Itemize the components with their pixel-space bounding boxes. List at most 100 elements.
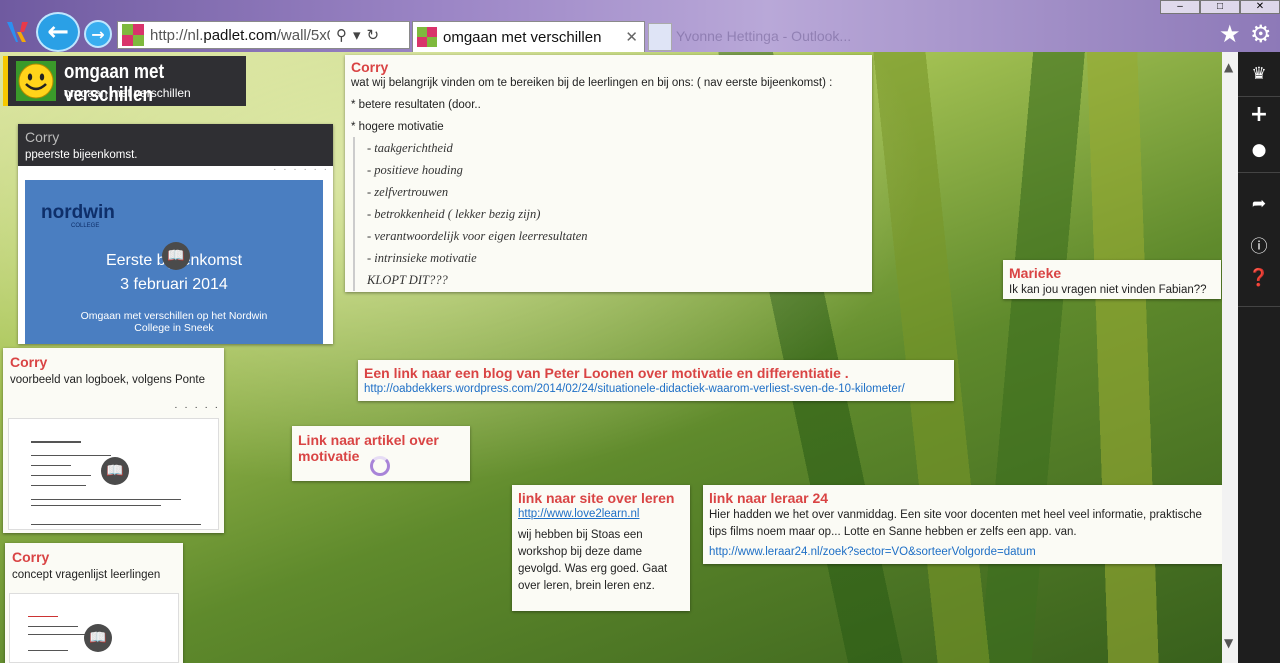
post-blog-link[interactable]: Een link naar een blog van Peter Loonen …: [358, 360, 954, 401]
doc-line: [31, 485, 86, 486]
browser-logo-icon: [7, 22, 28, 42]
address-bar[interactable]: http://nl.padlet.com/wall/5x0 ⚲ ▾ ↻: [117, 21, 410, 49]
padlet-crown-icon[interactable]: ♛: [1238, 64, 1280, 84]
document-preview[interactable]: 📖: [9, 593, 179, 663]
list-item: - positieve houding: [367, 163, 463, 177]
search-icon[interactable]: ⚲: [336, 26, 347, 44]
doc-line: [31, 475, 91, 476]
post-marieke[interactable]: Marieke Ik kan jou vragen niet vinden Fa…: [1003, 260, 1221, 299]
tab-active[interactable]: omgaan met verschillen ✕: [412, 21, 645, 52]
post-site-over-leren[interactable]: link naar site over leren http://www.lov…: [512, 485, 690, 611]
settings-gear-icon[interactable]: ⚙: [1250, 20, 1272, 48]
window-controls: – □ ✕: [1160, 0, 1280, 14]
list-item: - verantwoordelijk voor eigen leerresult…: [367, 229, 588, 243]
slide-brand-sub: COLLEGE: [71, 223, 100, 229]
page-title: omgaan met verschillen: [64, 61, 165, 106]
post-artikel-motivatie[interactable]: Link naar artikel over motivatie: [292, 426, 470, 481]
back-arrow-icon[interactable]: ←: [36, 12, 80, 52]
list-item: - intrinsieke motivatie: [367, 251, 477, 265]
share-icon[interactable]: ➦: [1238, 194, 1280, 214]
post-eerste-bijeenkomst[interactable]: Corry ppeerste bijeenkomst. · · · · · · …: [18, 124, 333, 344]
wall-header: omgaan met verschillen omgaan met versch…: [3, 56, 246, 106]
doc-line: [31, 441, 81, 443]
list-item: - zelfvertrouwen: [367, 185, 449, 199]
post-intro: wat wij belangrijk vinden om te bereiken…: [351, 77, 833, 89]
user-icon[interactable]: ●: [1238, 140, 1280, 160]
scroll-down-icon[interactable]: ▼: [1224, 636, 1233, 650]
doc-line: [31, 465, 71, 466]
browser-chrome: ← → http://nl.padlet.com/wall/5x0 ⚲ ▾ ↻ …: [0, 0, 1280, 52]
doc-line: [28, 626, 78, 627]
maximize-button[interactable]: □: [1200, 0, 1240, 14]
sidebar-divider: [1238, 306, 1280, 307]
doc-line: [31, 455, 111, 456]
close-icon[interactable]: ✕: [625, 28, 638, 46]
preview-dots: · · · · · ·: [273, 164, 329, 175]
motivatie-list: - taakgerichtheid - positieve houding - …: [353, 137, 853, 291]
post-body: ppeerste bijeenkomst.: [25, 149, 138, 161]
tab-favicon: [417, 27, 437, 47]
post-bullet-motivatie: * hogere motivatie: [351, 121, 444, 133]
post-link[interactable]: http://oabdekkers.wordpress.com/2014/02/…: [364, 383, 952, 395]
post-body: Hier hadden we het over vanmiddag. Een s…: [709, 509, 1202, 538]
list-item: KLOPT DIT???: [367, 273, 448, 287]
post-author: Corry: [10, 354, 48, 370]
loading-spinner-icon: [370, 456, 390, 476]
post-body: Ik kan jou vragen niet vinden Fabian??: [1009, 284, 1207, 296]
slide-preview[interactable]: · · · · · · nordwin COLLEGE Eerste bijee…: [18, 164, 333, 344]
slide-brand: nordwin: [41, 202, 115, 223]
doc-line: [28, 616, 58, 617]
tab-inactive-favicon[interactable]: [648, 23, 672, 51]
slide-date: 3 februari 2014: [120, 276, 228, 293]
doc-line: [31, 499, 181, 500]
scrollbar[interactable]: ▲ ▼: [1222, 52, 1238, 663]
sidebar-divider: [1238, 96, 1280, 97]
post-author: Corry: [25, 129, 60, 145]
tab-title: omgaan met verschillen: [443, 28, 602, 46]
forward-arrow-icon[interactable]: →: [84, 20, 112, 48]
post-link[interactable]: http://www.love2learn.nl: [518, 508, 639, 520]
document-preview[interactable]: 📖: [8, 418, 219, 530]
minimize-button[interactable]: –: [1160, 0, 1200, 14]
padlet-sidebar: ♛ + ● ➦ ⓘ ❓: [1238, 52, 1280, 663]
book-icon[interactable]: 📖: [162, 242, 190, 270]
site-favicon: [122, 24, 144, 46]
doc-line: [31, 505, 161, 506]
refresh-icon[interactable]: ↻: [367, 26, 380, 44]
address-url[interactable]: http://nl.padlet.com/wall/5x0: [150, 27, 330, 44]
info-icon[interactable]: ⓘ: [1238, 232, 1280, 257]
post-author: Corry: [351, 59, 389, 75]
post-author: Marieke: [1009, 265, 1062, 281]
tab-inactive[interactable]: Yvonne Hettinga - Outlook...: [672, 23, 852, 51]
preview-dots: · · · · ·: [174, 402, 220, 413]
book-icon[interactable]: 📖: [84, 624, 112, 652]
book-icon[interactable]: 📖: [101, 457, 129, 485]
post-body: wij hebben bij Stoas een workshop bij de…: [518, 529, 668, 592]
list-item: - taakgerichtheid: [367, 141, 453, 155]
doc-line: [31, 524, 201, 525]
post-title: Een link naar een blog van Peter Loonen …: [364, 365, 849, 381]
post-author: Corry: [12, 549, 50, 565]
post-logboek[interactable]: Corry voorbeeld van logboek, volgens Pon…: [3, 348, 224, 533]
doc-line: [28, 650, 68, 651]
smiley-icon: [16, 61, 56, 101]
doc-line: [28, 634, 88, 635]
window-close-button[interactable]: ✕: [1240, 0, 1280, 14]
help-icon[interactable]: ❓: [1238, 268, 1280, 288]
post-title: link naar leraar 24: [709, 490, 829, 506]
add-icon[interactable]: +: [1238, 102, 1280, 127]
post-link[interactable]: http://www.leraar24.nl/zoek?sector=VO&so…: [709, 546, 1036, 558]
post-body: voorbeeld van logboek, volgens Ponte: [10, 374, 206, 386]
post-leraar24[interactable]: link naar leraar 24 Hier hadden we het o…: [703, 485, 1223, 564]
list-item: - betrokkenheid ( lekker bezig zijn): [367, 207, 541, 221]
scroll-up-icon[interactable]: ▲: [1224, 60, 1233, 74]
post-bullet-resultaten: * betere resultaten (door..: [351, 99, 481, 111]
post-title: link naar site over leren: [518, 490, 675, 506]
sidebar-divider: [1238, 172, 1280, 173]
favorites-star-icon[interactable]: ★: [1219, 20, 1241, 48]
post-doelen[interactable]: Corry wat wij belangrijk vinden om te be…: [345, 55, 872, 292]
page-subtitle: omgaan met verschillen: [64, 86, 191, 100]
slide-caption: Omgaan met verschillen op het Nordwin Co…: [80, 310, 268, 334]
post-vragenlijst[interactable]: Corry concept vragenlijst leerlingen 📖: [5, 543, 183, 663]
dropdown-chevron-icon[interactable]: ▾: [353, 26, 361, 44]
